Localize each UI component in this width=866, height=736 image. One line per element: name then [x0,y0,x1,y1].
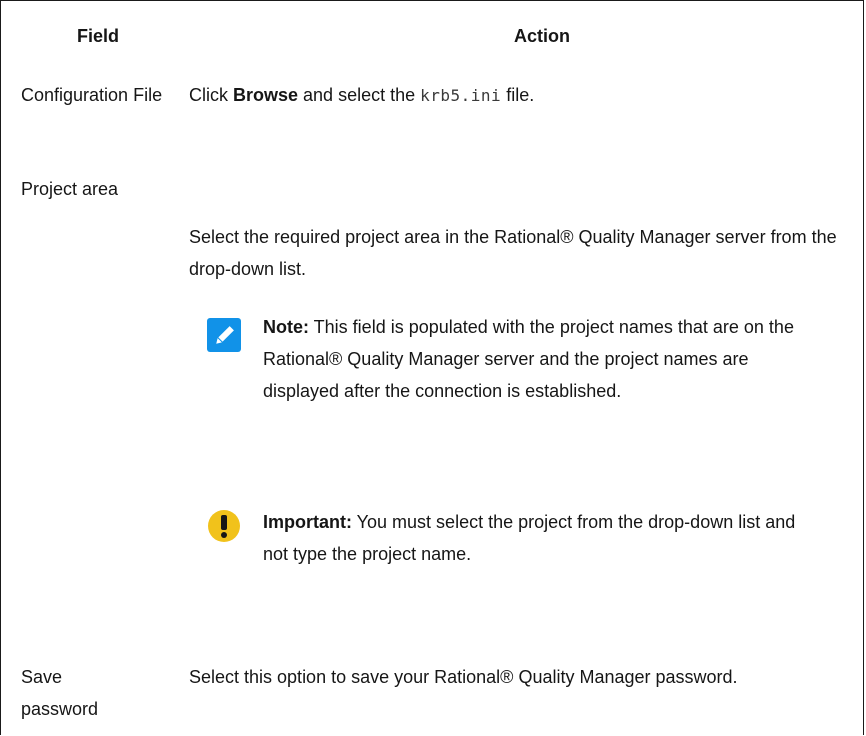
row-project-area-field: Project area [21,173,171,205]
note-body: This field is populated with the project… [263,317,794,401]
header-field: Field [77,26,120,46]
row-configuration-file-field: Configuration File [21,79,171,111]
exclamation-icon [207,509,241,543]
field-label: Configuration File [21,85,163,105]
pencil-icon [207,318,241,352]
config-filename: krb5.ini [420,86,502,105]
field-label-text: Save password [21,667,99,719]
action-text: Select the required project area in the … [189,227,837,279]
note-label: Note: [263,317,309,337]
action-text-post: file. [501,85,535,105]
row-save-password-action: Select this option to save your Rational… [189,661,839,693]
field-label: Save password [21,661,141,725]
row-save-password-field: Save password [21,661,141,725]
note-text: Note: This field is populated with the p… [263,311,823,407]
row-configuration-file-action: Click Browse and select the krb5.ini fil… [189,79,839,112]
important-text: Important: You must select the project f… [263,506,823,570]
parameter-table: Field Action Configuration File Click Br… [0,0,864,735]
important-label: Important: [263,512,352,532]
action-text: Select this option to save your Rational… [189,667,738,687]
important-callout: Important: You must select the project f… [207,506,807,586]
note-callout: Note: This field is populated with the p… [207,311,807,471]
browse-label: Browse [233,85,299,105]
action-text-pre: Click [189,85,233,105]
field-label: Project area [21,179,119,199]
action-text-mid: and select the [298,85,421,105]
row-project-area-action: Select the required project area in the … [189,221,839,285]
header-action: Action [514,26,570,46]
